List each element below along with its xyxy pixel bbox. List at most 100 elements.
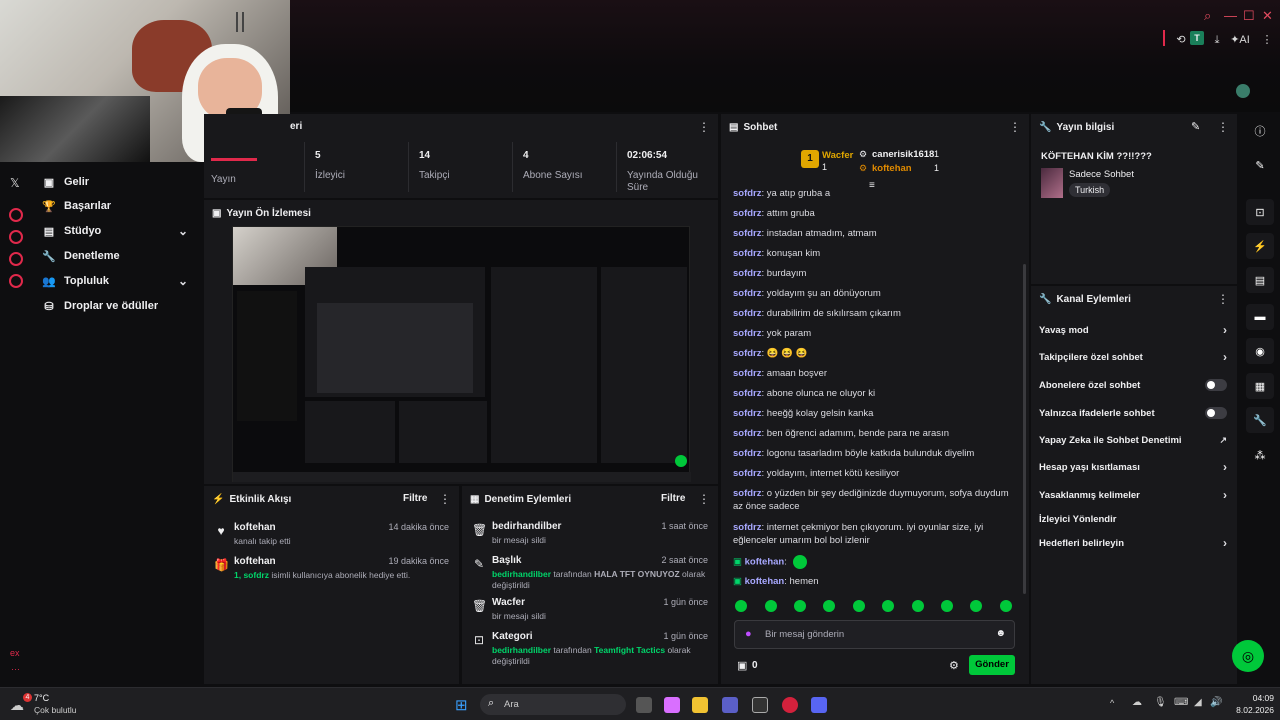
emote-only-toggle[interactable] (1205, 407, 1227, 419)
stream-preview[interactable] (232, 226, 691, 482)
emote-icon[interactable] (765, 600, 777, 612)
kebab-icon[interactable]: ⋮ (439, 492, 451, 506)
send-button[interactable]: Gönder (969, 655, 1015, 675)
action-slow-mode[interactable]: Yavaş mod › (1039, 321, 1229, 339)
kebab-icon[interactable]: ⋮ (1009, 120, 1021, 134)
action-followers-only[interactable]: Takipçilere özel sohbet › (1039, 348, 1229, 366)
kebab-icon[interactable]: ⋮ (1217, 120, 1229, 134)
emote-icon[interactable] (970, 600, 982, 612)
emote-icon[interactable] (912, 600, 924, 612)
action-goals[interactable]: Hedefleri belirleyin › (1039, 534, 1229, 552)
nav-topluluk[interactable]: 👥 Topluluk ⌄ (42, 271, 202, 291)
chat-user[interactable]: sofdrz (733, 188, 762, 199)
chat-user[interactable]: sofdrz (733, 468, 762, 479)
kebab-icon[interactable]: ⋮ (1217, 292, 1229, 306)
chat-user[interactable]: sofdrz (733, 288, 762, 299)
pencil-icon[interactable]: ✎ (1246, 152, 1274, 178)
link-icon[interactable] (9, 252, 23, 266)
extensions-icon[interactable]: ⟲ (1172, 34, 1190, 46)
tag-chip[interactable]: Turkish (1069, 183, 1111, 197)
taskbar-search[interactable]: ⌕ Ara (480, 694, 626, 715)
chat-user[interactable]: sofdrz (733, 408, 762, 419)
start-icon[interactable]: ⊞ (455, 696, 468, 714)
broadcast-icon[interactable]: ◉ (1246, 338, 1274, 364)
moderation-user[interactable]: bedirhandilber (492, 569, 551, 579)
minimize-icon[interactable]: — (1224, 8, 1237, 23)
emote-icon[interactable] (735, 600, 747, 612)
top-gifter-3[interactable]: koftehan (872, 163, 912, 174)
action-account-age[interactable]: Hesap yaşı kısıtlaması › (1039, 458, 1229, 476)
moderation-filter-button[interactable]: Filtre (661, 493, 685, 504)
maximize-icon[interactable]: ☐ (1243, 8, 1255, 24)
teams-icon[interactable] (722, 697, 738, 713)
chat-user[interactable]: sofdrz (733, 448, 762, 459)
opera-icon[interactable] (782, 697, 798, 713)
emote-icon[interactable] (1000, 600, 1012, 612)
document-icon[interactable]: ▤ (1246, 267, 1274, 293)
weather-widget[interactable]: ☁ 4 (10, 693, 32, 715)
emote-icon[interactable] (853, 600, 865, 612)
chat-user[interactable]: koftehan (745, 557, 785, 568)
category-thumbnail[interactable] (1041, 168, 1063, 198)
chat-user[interactable]: sofdrz (733, 328, 762, 339)
chat-user[interactable]: sofdrz (733, 208, 762, 219)
download-icon[interactable]: ⤓ (1208, 34, 1226, 46)
clock-icon[interactable] (9, 230, 23, 244)
activity-user[interactable]: koftehan (234, 556, 276, 567)
ai-button[interactable]: ✦AI (1228, 34, 1252, 46)
chat-user[interactable]: sofdrz (733, 228, 762, 239)
support-fab[interactable]: ◎ (1232, 640, 1264, 672)
layout-icon[interactable]: ▦ (1246, 373, 1274, 399)
chat-user[interactable]: sofdrz (733, 368, 762, 379)
chat-user[interactable]: sofdrz (733, 522, 762, 533)
more-icon[interactable]: ··· (11, 664, 20, 674)
chat-user[interactable]: sofdrz (733, 308, 762, 319)
chat-scrollbar[interactable] (1023, 264, 1026, 594)
emote-icon[interactable] (882, 600, 894, 612)
settings-icon[interactable]: ⚙ (949, 659, 959, 672)
user-avatar[interactable] (1236, 84, 1250, 98)
emote-icon[interactable] (823, 600, 835, 612)
emote-icon[interactable] (941, 600, 953, 612)
moderation-name[interactable]: Wacfer (492, 597, 525, 608)
action-ai-moderation[interactable]: Yapay Zeka ile Sohbet Denetimi ↗ (1039, 431, 1229, 449)
kebab-icon[interactable]: ⋮ (698, 120, 710, 134)
action-raid[interactable]: İzleyici Yönlendir (1039, 510, 1229, 528)
chat-bubble-icon[interactable]: ▬ (1246, 304, 1274, 330)
tray-arrow-icon[interactable]: ^ (1110, 698, 1114, 708)
edit-icon[interactable]: ✎ (1191, 120, 1200, 133)
subs-only-toggle[interactable] (1205, 379, 1227, 391)
nav-studyo[interactable]: ▤ Stüdyo ⌄ (42, 221, 202, 241)
chat-user[interactable]: sofdrz (733, 488, 762, 499)
browser-icon[interactable] (752, 697, 768, 713)
activity-user[interactable]: koftehan (234, 522, 276, 533)
settings-icon[interactable] (9, 274, 23, 288)
chat-user[interactable]: sofdrz (733, 348, 762, 359)
category-name[interactable]: Sadece Sohbet (1069, 169, 1134, 180)
moderation-value[interactable]: Teamfight Tactics (594, 645, 665, 655)
task-view-icon[interactable] (636, 697, 652, 713)
kebab-icon[interactable]: ⋮ (698, 492, 710, 506)
mic-icon[interactable]: ● (745, 628, 752, 640)
activity-filter-button[interactable]: Filtre (403, 493, 427, 504)
nav-denetleme[interactable]: 🔧 Denetleme (42, 246, 120, 266)
action-banned-words[interactable]: Yasaklanmış kelimeler › (1039, 486, 1229, 504)
record-icon[interactable] (9, 208, 23, 222)
extensions-icon[interactable]: ⁂ (1246, 442, 1274, 468)
nav-droplar[interactable]: ⛁ Droplar ve ödüller (42, 296, 158, 316)
x-icon[interactable]: 𝕏 (10, 176, 20, 190)
top-gifter-2[interactable]: canerisik1618 (872, 149, 934, 160)
top-gifter-1[interactable]: Wacfer (822, 150, 853, 161)
activity-desc-highlight[interactable]: 1, sofdrz (234, 570, 269, 580)
emote-icon[interactable] (794, 600, 806, 612)
emoji-icon[interactable]: ☻ (995, 628, 1006, 639)
chat-user[interactable]: koftehan (745, 576, 785, 587)
nav-gelir[interactable]: ▣ Gelir (42, 172, 89, 192)
menu-icon[interactable]: ⋮ (1258, 34, 1276, 46)
search-icon[interactable]: ⌕ (1204, 8, 1211, 24)
mic-tray-icon[interactable]: 🎙 (1154, 697, 1167, 708)
wrench-icon[interactable]: 🔧 (1246, 407, 1274, 433)
chat-input[interactable]: ● Bir mesaj gönderin ☻ (734, 620, 1015, 649)
copilot-icon[interactable] (664, 697, 680, 713)
close-icon[interactable]: ✕ (1262, 8, 1273, 24)
